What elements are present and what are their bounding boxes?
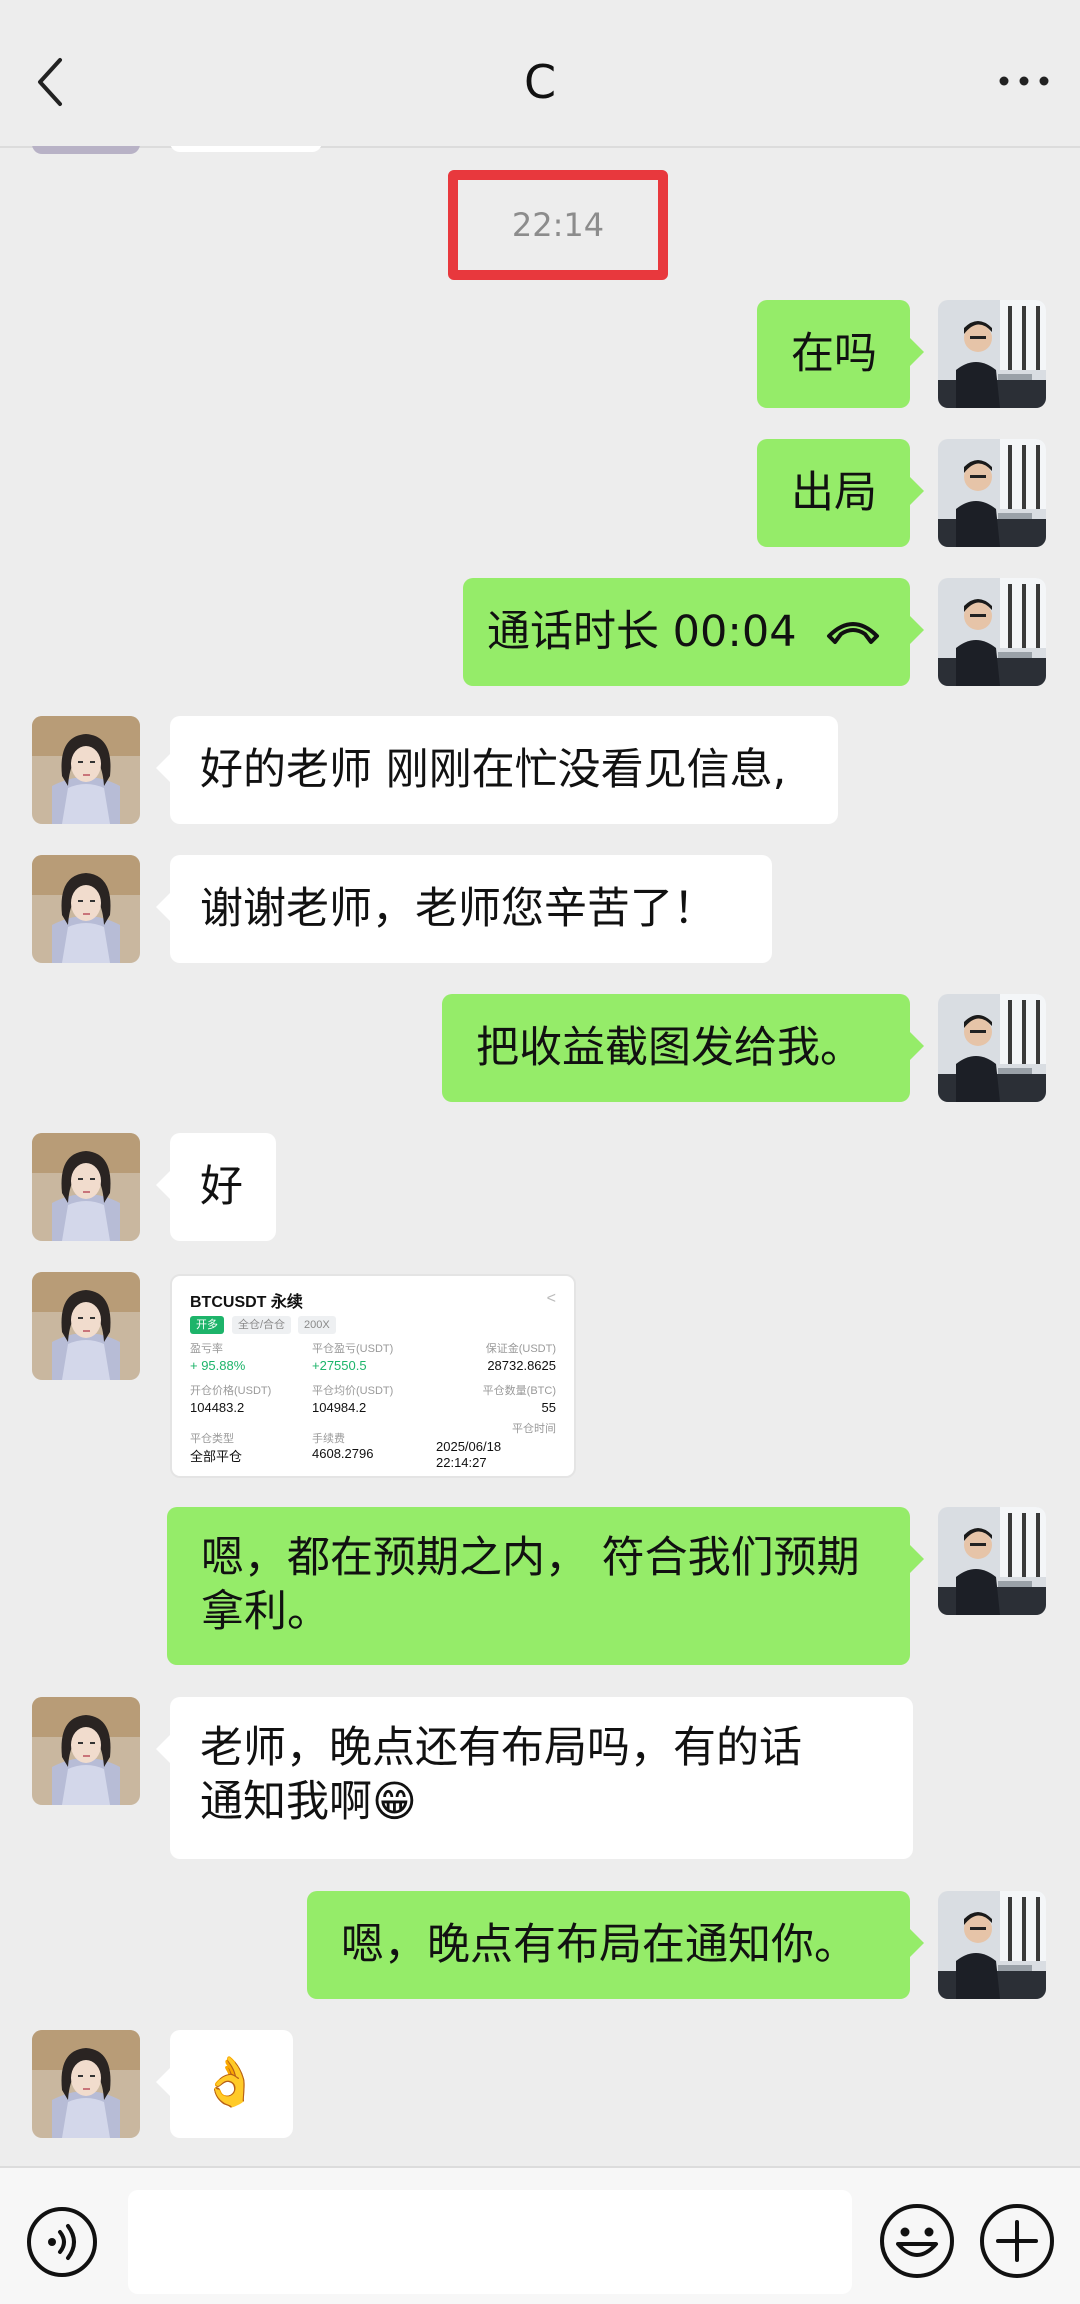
message-bubble-incoming[interactable]: 👌 <box>156 2030 293 2138</box>
margin-label: 保证金(USDT) <box>485 1343 556 1355</box>
message-bubble-incoming[interactable]: 好的老师 刚刚在忙没看见信息, <box>156 716 838 824</box>
open-price-value: 104483.2 <box>190 1400 245 1415</box>
message-text: 好的老师 刚刚在忙没看见信息, <box>200 745 787 795</box>
message-bubble-incoming[interactable]: 老师，晚点还有布局吗，有的话通知我啊😁 <box>156 1697 913 1859</box>
tag-open-long: 开多 <box>190 1316 224 1334</box>
pnl-rate-label: 盈亏率 <box>190 1343 223 1355</box>
contact-avatar[interactable] <box>32 716 140 824</box>
tag-margin-mode: 全仓/合仓 <box>232 1316 292 1334</box>
close-type-value: 全部平仓 <box>190 1449 243 1464</box>
close-price-value: 104984.2 <box>312 1400 367 1415</box>
share-icon: < <box>546 1290 556 1307</box>
previous-bubble <box>170 146 322 152</box>
message-text: 嗯，晚点有布局在通知你。 <box>341 1920 857 1970</box>
message-text: 把收益截图发给我。 <box>476 1023 863 1073</box>
message-text: 嗯，都在预期之内， 符合我们预期拿利。 <box>201 1533 860 1637</box>
timestamp: 22:14 <box>511 206 605 244</box>
trade-pair-title: BTCUSDT 永续 <box>190 1294 303 1311</box>
close-clock-value: 22:14:27 <box>436 1455 487 1470</box>
contact-avatar[interactable] <box>32 1272 140 1380</box>
more-icon[interactable] <box>996 66 1052 96</box>
close-type-label: 平仓类型 <box>190 1433 234 1445</box>
close-time-label: 平仓时间 <box>512 1423 556 1435</box>
pnl-label: 平仓盈亏(USDT) <box>312 1343 394 1355</box>
open-price-label: 开仓价格(USDT) <box>190 1385 272 1397</box>
contact-avatar[interactable] <box>32 2030 140 2138</box>
timestamp-highlight: 22:14 <box>448 170 668 280</box>
previous-avatar <box>32 146 140 154</box>
message-bubble-incoming[interactable]: 谢谢老师，老师您辛苦了！ <box>156 855 772 963</box>
my-avatar[interactable] <box>938 439 1046 547</box>
my-avatar[interactable] <box>938 300 1046 408</box>
message-bubble-incoming[interactable]: 好 <box>156 1133 276 1241</box>
message-bubble-outgoing[interactable]: 在吗 <box>757 300 924 408</box>
message-text: 老师，晚点还有布局吗，有的话通知我啊 <box>200 1723 802 1827</box>
my-avatar[interactable] <box>938 994 1046 1102</box>
close-qty-label: 平仓数量(BTC) <box>482 1385 556 1397</box>
chat-header: C <box>0 0 1080 148</box>
message-bubble-outgoing[interactable]: 嗯，都在预期之内， 符合我们预期拿利。 <box>167 1507 924 1665</box>
message-text-input[interactable] <box>128 2190 852 2294</box>
fee-value: 4608.2796 <box>312 1446 374 1461</box>
call-record-bubble[interactable]: 通话时长 00:04 <box>463 578 924 686</box>
emoji-icon[interactable] <box>878 2202 956 2280</box>
call-duration-text: 通话时长 00:04 <box>487 607 797 657</box>
phone-hangup-icon <box>827 622 879 644</box>
fee-label: 手续费 <box>312 1433 345 1445</box>
message-input-bar <box>0 2166 1080 2304</box>
trade-screenshot-image[interactable]: BTCUSDT 永续 < 开多 全仓/合仓 200X 盈亏率 平仓盈亏(USDT… <box>170 1274 576 1478</box>
contact-avatar[interactable] <box>32 855 140 963</box>
voice-icon[interactable] <box>26 2206 98 2278</box>
contact-avatar[interactable] <box>32 1697 140 1805</box>
message-bubble-outgoing[interactable]: 出局 <box>757 439 924 547</box>
close-price-label: 平仓均价(USDT) <box>312 1385 394 1397</box>
message-bubble-outgoing[interactable]: 嗯，晚点有布局在通知你。 <box>307 1891 924 1999</box>
close-date-value: 2025/06/18 <box>436 1439 502 1454</box>
my-avatar[interactable] <box>938 1891 1046 1999</box>
chat-title: C <box>523 55 557 109</box>
plus-icon[interactable] <box>978 2202 1056 2280</box>
pnl-rate-value: + 95.88% <box>190 1358 246 1373</box>
message-text: 出局 <box>791 468 877 518</box>
message-text: 谢谢老师，老师您辛苦了！ <box>200 884 716 934</box>
message-bubble-outgoing[interactable]: 把收益截图发给我。 <box>442 994 924 1102</box>
message-text: 好 <box>200 1162 243 1212</box>
close-qty-value: 55 <box>541 1400 556 1415</box>
tag-leverage: 200X <box>298 1316 336 1334</box>
margin-value: 28732.8625 <box>487 1358 556 1373</box>
pnl-value: +27550.5 <box>312 1358 367 1373</box>
ok-hand-emoji-icon: 👌 <box>200 2054 260 2110</box>
my-avatar[interactable] <box>938 1507 1046 1615</box>
contact-avatar[interactable] <box>32 1133 140 1241</box>
grin-emoji-icon: 😁 <box>372 1777 417 1827</box>
message-list[interactable]: 22:14 在吗 出局 通话时长 00:04 好的老师 刚刚在忙没看见信息, 谢… <box>0 146 1080 2166</box>
my-avatar[interactable] <box>938 578 1046 686</box>
message-text: 在吗 <box>791 329 877 379</box>
